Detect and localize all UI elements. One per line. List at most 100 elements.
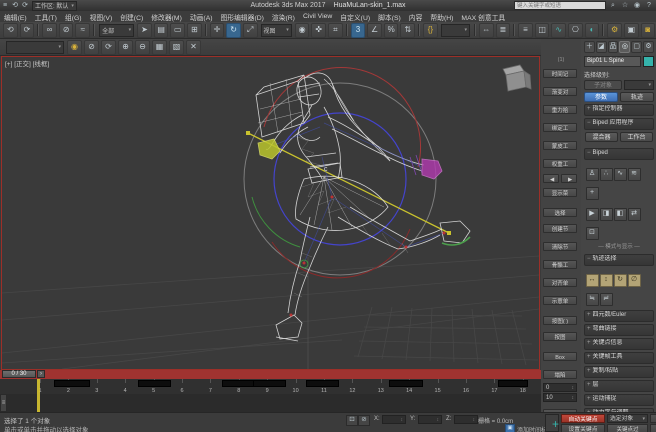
bind-to-space-warp-icon[interactable]: ≈ — [75, 23, 90, 38]
side-spinner-field[interactable]: 0↕ — [543, 383, 577, 392]
enable-anim-layers-icon[interactable]: ◉ — [67, 40, 82, 55]
angle-snap-icon[interactable]: ∠ — [367, 23, 382, 38]
selection-level-dropdown[interactable]: ▾ — [624, 80, 654, 90]
set-keys-big-button[interactable]: + — [545, 414, 559, 432]
menu-item-3[interactable]: 视图(V) — [86, 12, 117, 22]
rollout-header-2[interactable]: −Biped — [584, 148, 654, 160]
rollout-header-9[interactable]: +层 — [584, 380, 654, 392]
side-button-9[interactable]: 选择 — [543, 208, 577, 217]
rollout-header-8[interactable]: +复制/粘贴 — [584, 366, 654, 378]
biped-app-button-0[interactable]: 混合器 — [585, 132, 618, 142]
footstep-mode-icon[interactable]: ∴ — [600, 168, 613, 181]
mixer-mode-icon[interactable]: ≋ — [628, 168, 641, 181]
help-icon[interactable]: ? — [644, 1, 654, 10]
menu-item-12[interactable]: 内容 — [405, 12, 427, 22]
select-and-manipulate-icon[interactable]: ✜ — [311, 23, 326, 38]
side-button-2[interactable]: 渐变对象 — [543, 87, 577, 96]
collapse-anim-layer-icon[interactable]: ✕ — [186, 40, 201, 55]
mini-curve-editor-button[interactable]: ≡ — [0, 394, 7, 412]
x-coordinate-field[interactable]: ↕ — [382, 415, 406, 424]
opposite-tracks-icon[interactable]: ≓ — [600, 293, 613, 306]
unlink-selection-icon[interactable]: ⊘ — [59, 23, 74, 38]
workspace-dropdown[interactable]: 工作区: 默认 ▾ — [32, 1, 77, 11]
menu-item-8[interactable]: 渲染(R) — [268, 12, 299, 22]
animation-key-range[interactable] — [253, 380, 286, 387]
go-to-start-button[interactable]: |◀ — [650, 414, 656, 423]
undo-quick-icon[interactable]: ⟲ — [10, 1, 20, 10]
search-icon[interactable]: ⌕ — [608, 1, 618, 10]
previous-frame-button[interactable]: ◀ — [650, 424, 656, 432]
modes-display-divider[interactable]: — 模式与显示 — — [585, 242, 653, 250]
selected-set-dropdown[interactable]: 选定对象▾ — [607, 414, 648, 423]
side-button-16[interactable]: 按图Bone — [543, 332, 577, 341]
menu-item-2[interactable]: 组(G) — [61, 12, 86, 22]
current-frame-marker[interactable] — [37, 379, 40, 412]
save-file-icon[interactable]: ◧ — [614, 208, 627, 221]
redo-quick-icon[interactable]: ⟳ — [20, 1, 30, 10]
side-button-8[interactable]: 显示菜单 — [543, 188, 577, 197]
biped-playback-icon[interactable]: ▶ — [586, 208, 599, 221]
select-active-layer-objects-icon[interactable]: ⊘ — [84, 40, 99, 55]
add-anim-layer-icon[interactable]: ⊕ — [118, 40, 133, 55]
copy-anim-layer-icon[interactable]: ▦ — [152, 40, 167, 55]
rollout-header-0[interactable]: +指定控制器 — [584, 104, 654, 116]
animation-key-range[interactable] — [54, 380, 90, 387]
undo-icon[interactable]: ⟲ — [3, 23, 18, 38]
selection-filter-dropdown[interactable]: 全部▾ — [99, 24, 134, 37]
select-and-link-icon[interactable]: ∞ — [42, 23, 57, 38]
side-button-5[interactable]: 蒙皮工具 — [543, 141, 577, 150]
redo-icon[interactable]: ⟳ — [20, 23, 35, 38]
viewport-label[interactable]: [+] [正交] [线框] — [5, 58, 49, 68]
window-crossing-icon[interactable]: ⊞ — [187, 23, 202, 38]
side-spinner-field[interactable]: 10↕ — [543, 393, 577, 402]
move-all-mode-icon[interactable]: + — [586, 187, 599, 200]
layer-manager-icon[interactable]: ≡ — [518, 23, 533, 38]
percent-snap-icon[interactable]: % — [384, 23, 399, 38]
menu-item-9[interactable]: Civil View — [299, 13, 336, 20]
menu-item-7[interactable]: 图形编辑器(D) — [217, 12, 268, 22]
menu-item-6[interactable]: 动画(A) — [186, 12, 217, 22]
curve-editor-icon[interactable]: ∿ — [551, 23, 566, 38]
side-button-14[interactable]: 示意单位 — [543, 296, 577, 305]
time-slider-handle[interactable]: 0 / 30 — [2, 370, 36, 378]
reference-coordinate-dropdown[interactable]: 视图▾ — [261, 24, 292, 37]
rollout-header-6[interactable]: +关键点信息 — [584, 338, 654, 350]
move-all-dialog-icon[interactable]: ⊡ — [586, 227, 599, 240]
animation-key-range[interactable] — [389, 380, 423, 387]
edit-named-selection-sets-icon[interactable]: {} — [423, 23, 438, 38]
y-coordinate-field[interactable]: ↕ — [418, 415, 442, 424]
side-button-12[interactable]: 骨骼工具 — [543, 260, 577, 269]
delete-anim-layer-icon[interactable]: ⊖ — [135, 40, 150, 55]
side-button-6[interactable]: 权重工具 — [543, 159, 577, 168]
tab-modify[interactable]: ◪ — [596, 41, 607, 53]
render-production-icon[interactable]: ◙ — [641, 23, 656, 38]
rollout-header-4[interactable]: +四元数/Euler — [584, 310, 654, 322]
side-button-1[interactable]: 时间记录 — [543, 69, 577, 78]
selection-lock-icon[interactable]: ⊘ — [358, 415, 370, 426]
isolate-selection-icon[interactable]: ⊡ — [346, 415, 358, 426]
sub-object-button[interactable]: 子对象 — [584, 80, 622, 90]
tab-hierarchy[interactable]: 品 — [608, 41, 619, 53]
tab-display[interactable]: ▢ — [631, 41, 642, 53]
side-arrow-right-button[interactable]: ▶ — [561, 174, 577, 183]
body-horizontal-icon[interactable]: ↔ — [586, 274, 599, 287]
keyboard-shortcut-override-icon[interactable]: ⌗ — [328, 23, 343, 38]
motion-flow-mode-icon[interactable]: ∿ — [614, 168, 627, 181]
viewport[interactable]: [+] [正交] [线框] — [1, 56, 540, 370]
convert-icon[interactable]: ⇄ — [628, 208, 641, 221]
user-icon[interactable]: ◉ — [632, 1, 642, 10]
use-pivot-center-icon[interactable]: ◉ — [295, 23, 310, 38]
body-rotation-icon[interactable]: ↻ — [614, 274, 627, 287]
animation-key-range[interactable] — [498, 380, 528, 387]
paste-anim-layer-icon[interactable]: ▧ — [169, 40, 184, 55]
mirror-icon[interactable]: ⇔ — [479, 23, 494, 38]
side-button-11[interactable]: 清除节点 — [543, 242, 577, 251]
material-editor-icon[interactable]: ◐ — [585, 23, 600, 38]
render-setup-icon[interactable]: ⚙ — [607, 23, 622, 38]
menu-item-13[interactable]: 帮助(H) — [426, 12, 457, 22]
menu-item-0[interactable]: 编辑(E) — [0, 12, 31, 22]
menu-item-10[interactable]: 自定义(U) — [336, 12, 374, 22]
track-bar-ruler[interactable]: 123456789101112131415161718 — [0, 379, 541, 395]
snaps-toggle-icon[interactable]: 3 — [351, 23, 366, 38]
anim-layer-properties-icon[interactable]: ⟳ — [101, 40, 116, 55]
